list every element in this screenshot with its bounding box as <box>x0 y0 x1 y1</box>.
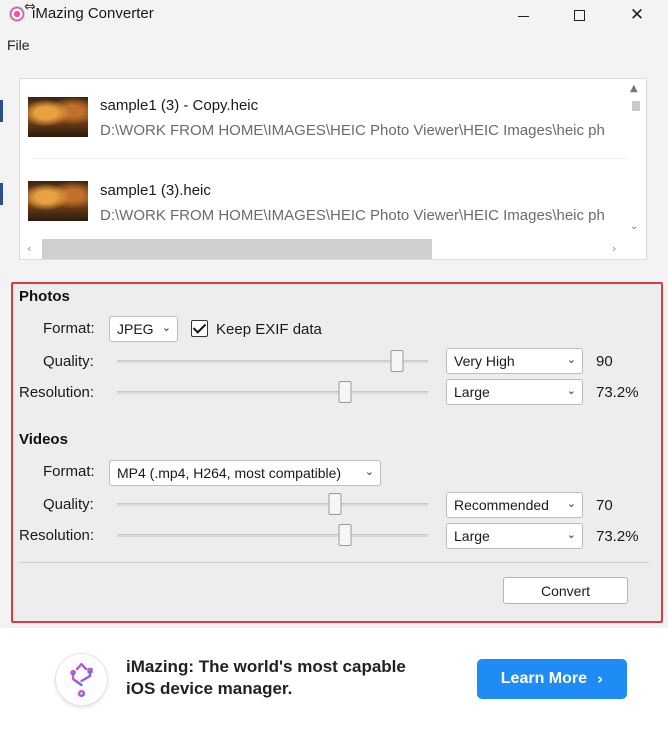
window-title: iMazing Converter <box>32 5 154 22</box>
video-format-label: Format: <box>43 463 95 480</box>
imazing-usb-logo-icon <box>56 654 107 705</box>
file-name: sample1 (3) - Copy.heic <box>100 97 259 114</box>
photo-quality-slider[interactable] <box>117 350 428 374</box>
photo-resolution-preset-dropdown[interactable]: Large ⌄ <box>446 379 583 405</box>
file-list[interactable]: sample1 (3) - Copy.heic D:\WORK FROM HOM… <box>19 78 647 260</box>
slider-handle[interactable] <box>328 493 342 515</box>
chevron-down-icon: ⌄ <box>566 528 576 541</box>
background-window-edge <box>0 183 3 205</box>
menu-file[interactable]: File <box>7 37 30 53</box>
chevron-down-icon: ⌄ <box>566 384 576 397</box>
video-resolution-preset-value: Large <box>454 528 490 544</box>
learn-more-label: Learn More <box>500 670 588 687</box>
chevron-down-icon: ⌄ <box>161 321 171 334</box>
slider-handle[interactable] <box>390 350 404 372</box>
slider-track <box>117 391 428 394</box>
list-separator <box>32 158 632 159</box>
photo-resolution-label: Resolution: <box>19 384 95 401</box>
title-bar: ⇔ iMazing Converter ✕ <box>0 0 668 30</box>
videos-section-title: Videos <box>19 431 68 448</box>
list-item[interactable]: sample1 (3) - Copy.heic D:\WORK FROM HOM… <box>26 79 632 159</box>
close-icon: ✕ <box>629 5 645 25</box>
video-quality-slider[interactable] <box>117 493 428 517</box>
scroll-right-icon[interactable]: › <box>612 242 616 255</box>
video-quality-preset-value: Recommended <box>454 497 549 513</box>
video-format-value: MP4 (.mp4, H264, most compatible) <box>117 465 342 481</box>
file-path: D:\WORK FROM HOME\IMAGES\HEIC Photo View… <box>100 122 605 139</box>
panel-divider <box>19 562 649 563</box>
keep-exif-checkbox[interactable] <box>191 320 208 337</box>
video-resolution-label: Resolution: <box>19 527 95 544</box>
maximize-button[interactable] <box>556 0 602 30</box>
slider-track <box>117 534 428 537</box>
ad-banner: iMazing: The world's most capable iOS de… <box>0 628 668 732</box>
menu-bar: File <box>0 30 668 58</box>
vertical-scrollbar[interactable]: ▲ ⌄ <box>626 79 646 239</box>
photo-quality-preset-dropdown[interactable]: Very High ⌄ <box>446 348 583 374</box>
photo-resolution-slider[interactable] <box>117 381 428 405</box>
app-icon <box>9 6 25 22</box>
chevron-down-icon: ⌄ <box>364 465 374 478</box>
background-window-edge <box>0 100 3 122</box>
video-resolution-value: 73.2% <box>596 528 639 545</box>
photo-format-value: JPEG <box>117 321 154 337</box>
file-thumbnail <box>28 97 88 137</box>
chevron-down-icon: ⌄ <box>566 353 576 366</box>
photo-format-label: Format: <box>43 320 95 337</box>
photo-quality-preset-value: Very High <box>454 353 515 369</box>
keep-exif-label[interactable]: Keep EXIF data <box>216 321 322 338</box>
file-path: D:\WORK FROM HOME\IMAGES\HEIC Photo View… <box>100 207 605 224</box>
close-button[interactable]: ✕ <box>614 0 660 30</box>
ad-headline: iMazing: The world's most capable iOS de… <box>126 657 406 698</box>
video-resolution-preset-dropdown[interactable]: Large ⌄ <box>446 523 583 549</box>
list-item[interactable]: sample1 (3).heic D:\WORK FROM HOME\IMAGE… <box>26 161 626 239</box>
photo-quality-label: Quality: <box>43 353 94 370</box>
photo-resolution-value: 73.2% <box>596 384 639 401</box>
file-name: sample1 (3).heic <box>100 182 211 199</box>
vertical-scroll-thumb[interactable] <box>632 101 640 111</box>
convert-button[interactable]: Convert <box>503 577 628 604</box>
minimize-icon <box>517 15 529 17</box>
conversion-settings-panel: Photos Format: JPEG ⌄ Keep EXIF data Qua… <box>11 282 663 623</box>
slider-handle[interactable] <box>338 381 352 403</box>
slider-handle[interactable] <box>338 524 352 546</box>
photo-quality-value: 90 <box>596 353 613 370</box>
minimize-button[interactable] <box>500 0 546 30</box>
video-quality-value: 70 <box>596 497 613 514</box>
learn-more-button[interactable]: Learn More › <box>477 659 627 699</box>
scroll-up-icon[interactable]: ▲ <box>630 83 638 94</box>
horizontal-scroll-thumb[interactable] <box>42 239 432 259</box>
video-quality-preset-dropdown[interactable]: Recommended ⌄ <box>446 492 583 518</box>
photo-format-dropdown[interactable]: JPEG ⌄ <box>109 316 178 342</box>
horizontal-scrollbar[interactable]: ‹ › <box>20 239 646 259</box>
video-format-dropdown[interactable]: MP4 (.mp4, H264, most compatible) ⌄ <box>109 460 381 486</box>
scroll-down-icon[interactable]: ⌄ <box>630 221 638 232</box>
video-quality-label: Quality: <box>43 496 94 513</box>
video-resolution-slider[interactable] <box>117 524 428 548</box>
slider-track <box>117 503 428 506</box>
photos-section-title: Photos <box>19 288 70 305</box>
photo-resolution-preset-value: Large <box>454 384 490 400</box>
chevron-right-icon: › <box>597 670 604 688</box>
chevron-down-icon: ⌄ <box>566 497 576 510</box>
maximize-icon <box>573 9 585 21</box>
scroll-left-icon[interactable]: ‹ <box>27 242 31 255</box>
slider-track <box>117 360 428 363</box>
file-thumbnail <box>28 181 88 221</box>
